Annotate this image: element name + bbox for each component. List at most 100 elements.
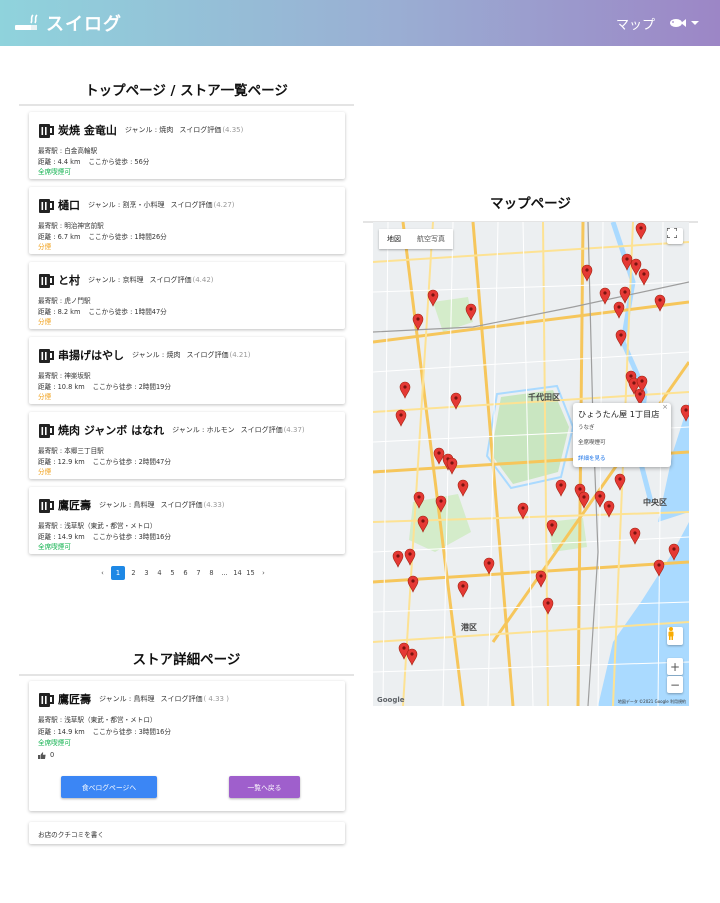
store-card[interactable]: と村 ジャンル : 京料理 スイログ評価 (4.42) 最寄駅 : 虎ノ門駅 距離 : 8…: [29, 262, 345, 329]
page-next-button[interactable]: ›: [259, 569, 268, 577]
walk-time-text: ここから徒歩 : 3時間16分: [92, 533, 171, 541]
store-distance: 距離 : 12.9 km ここから徒歩 : 2時間47分: [38, 456, 171, 466]
map-pin-dot: [632, 381, 636, 385]
page-button[interactable]: 15: [246, 569, 255, 577]
store-name[interactable]: 樋口: [58, 197, 80, 213]
page-button[interactable]: 7: [194, 569, 203, 577]
map-type-control: 地図 航空写真: [379, 229, 453, 249]
store-card[interactable]: 樋口 ジャンル : 割烹・小料理 スイログ評価 (4.27) 最寄駅 : 明治神宮前駅距…: [29, 187, 345, 254]
store-card[interactable]: 串揚げはやし ジャンル : 焼肉 スイログ評価 (4.21) 最寄駅 : 神楽坂駅 距離 …: [29, 337, 345, 404]
map-pin-dot: [461, 584, 465, 588]
back-to-list-button[interactable]: 一覧へ戻る: [229, 776, 300, 798]
smoking-status: 全席喫煙可: [38, 739, 71, 747]
store-name[interactable]: 焼肉 ジャンボ はなれ: [58, 422, 164, 438]
map-pin-dot: [607, 504, 611, 508]
popup-store-name: ひょうたん屋 1丁目店: [578, 409, 660, 419]
walk-time-text: ここから徒歩 : 2時間19分: [92, 383, 171, 391]
map-pin-dot: [421, 519, 425, 523]
store-name[interactable]: 鷹匠壽: [58, 497, 91, 513]
write-review-link[interactable]: お店のクチコミを書く: [29, 822, 345, 844]
google-logo: Google: [377, 696, 405, 704]
popup-close-button[interactable]: ×: [662, 403, 668, 411]
map-pin-dot: [417, 495, 421, 499]
beer-mug-icon: [38, 346, 55, 364]
page-prev-button[interactable]: ‹: [98, 569, 107, 577]
map-pin-dot: [625, 257, 629, 261]
map-pin-dot: [634, 262, 638, 266]
store-name: 鷹匠壽: [58, 693, 91, 706]
map-pin-dot: [469, 307, 473, 311]
page-button[interactable]: 2: [129, 569, 138, 577]
map-pin-dot: [642, 272, 646, 276]
store-card[interactable]: 鷹匠壽 ジャンル : 鳥料理 スイログ評価 (4.33) 最寄駅 : 浅草駅（東武・都営…: [29, 487, 345, 554]
rating-label: スイログ評価: [170, 201, 213, 209]
walk-time-text: ここから徒歩 : 3時間16分: [92, 728, 171, 736]
store-card[interactable]: 炭焼 金竜山 ジャンル : 焼肉 スイログ評価 (4.35) 最寄駅 : 白金高輪駅 距離…: [29, 112, 345, 179]
page-button[interactable]: 3: [142, 569, 151, 577]
fullscreen-icon: [667, 228, 677, 238]
walk-time-text: ここから徒歩 : 56分: [88, 158, 150, 166]
like-counter[interactable]: 0: [38, 751, 54, 759]
walk-time-text: ここから徒歩 : 1時間26分: [88, 233, 167, 241]
rating-value: (4.37): [283, 426, 305, 434]
map-pin-dot: [658, 298, 662, 302]
page-button[interactable]: 1: [111, 566, 125, 580]
store-distance: 距離 : 8.2 km ここから徒歩 : 1時間47分: [38, 306, 167, 316]
beer-mug-icon: [38, 196, 55, 214]
store-station: 最寄駅 : 明治神宮前駅: [38, 222, 104, 230]
map-pin-dot: [639, 226, 643, 230]
map-pin-dot: [454, 396, 458, 400]
store-genre: ジャンル : 割烹・小料理: [88, 201, 165, 209]
map-pin-dot: [638, 392, 642, 396]
store-map[interactable]: 千代田区 中央区 港区 地図 航空写真 + − Google 地図データ ©20…: [373, 222, 689, 706]
map-pin-dot: [402, 646, 406, 650]
map-pin-dot: [403, 385, 407, 389]
store-name[interactable]: と村: [58, 272, 80, 288]
user-menu-dropdown[interactable]: [669, 18, 700, 28]
rating-label: スイログ評価: [160, 695, 203, 703]
nav-map-link[interactable]: マップ: [616, 14, 655, 33]
page-button[interactable]: 4: [155, 569, 164, 577]
smoking-status: 分煙: [38, 318, 52, 326]
map-pin-dot: [408, 552, 412, 556]
store-station: 最寄駅 : 虎ノ門駅: [38, 297, 91, 305]
walk-time-text: ここから徒歩 : 2時間47分: [92, 458, 171, 466]
popup-detail-link[interactable]: 詳細を見る: [578, 454, 606, 462]
map-type-map-button[interactable]: 地図: [379, 229, 409, 249]
fullscreen-button[interactable]: [667, 228, 683, 244]
brand-link[interactable]: スイログ: [14, 10, 122, 36]
map-pin-dot: [559, 483, 563, 487]
zoom-out-button[interactable]: −: [667, 676, 683, 693]
map-pin-dot: [487, 561, 491, 565]
zoom-in-button[interactable]: +: [667, 658, 683, 675]
store-distance: 距離 : 14.9 km ここから徒歩 : 3時間16分: [38, 726, 171, 736]
map-pin-dot: [411, 579, 415, 583]
map-pin-dot: [550, 523, 554, 527]
store-name[interactable]: 炭焼 金竜山: [58, 122, 117, 138]
map-pin-dot: [461, 483, 465, 487]
store-station: 最寄駅 : 神楽坂駅: [38, 372, 91, 380]
map-pin-dot: [399, 413, 403, 417]
store-genre: ジャンル : 鳥料理: [99, 695, 155, 703]
map-type-satellite-button[interactable]: 航空写真: [409, 229, 453, 249]
smoking-status: 全席喫煙可: [38, 543, 71, 551]
title-divider: [19, 104, 354, 106]
page-button[interactable]: 5: [168, 569, 177, 577]
page-button[interactable]: 6: [181, 569, 190, 577]
map-pin-dot: [521, 506, 525, 510]
map-pin-dot: [450, 461, 454, 465]
store-name[interactable]: 串揚げはやし: [58, 347, 124, 363]
store-card[interactable]: 焼肉 ジャンボ はなれ ジャンル : ホルモン スイログ評価 (4.37) 最寄駅 : …: [29, 412, 345, 479]
page-button[interactable]: 8: [207, 569, 216, 577]
page-button: ...: [221, 569, 228, 577]
beer-mug-icon: [38, 496, 55, 514]
page-button[interactable]: 14: [233, 569, 242, 577]
map-pin-dot: [618, 477, 622, 481]
street-view-pegman[interactable]: [667, 627, 683, 645]
store-genre: ジャンル : 鳥料理: [99, 501, 155, 509]
tabelog-button[interactable]: 食べログページへ: [61, 776, 157, 798]
map-pin-dot: [437, 451, 441, 455]
cigarette-icon: [14, 14, 40, 32]
thumb-up-icon: [38, 751, 46, 759]
map-info-window: ひょうたん屋 1丁目店 × うなぎ 全席喫煙可 詳細を見る: [573, 403, 671, 467]
